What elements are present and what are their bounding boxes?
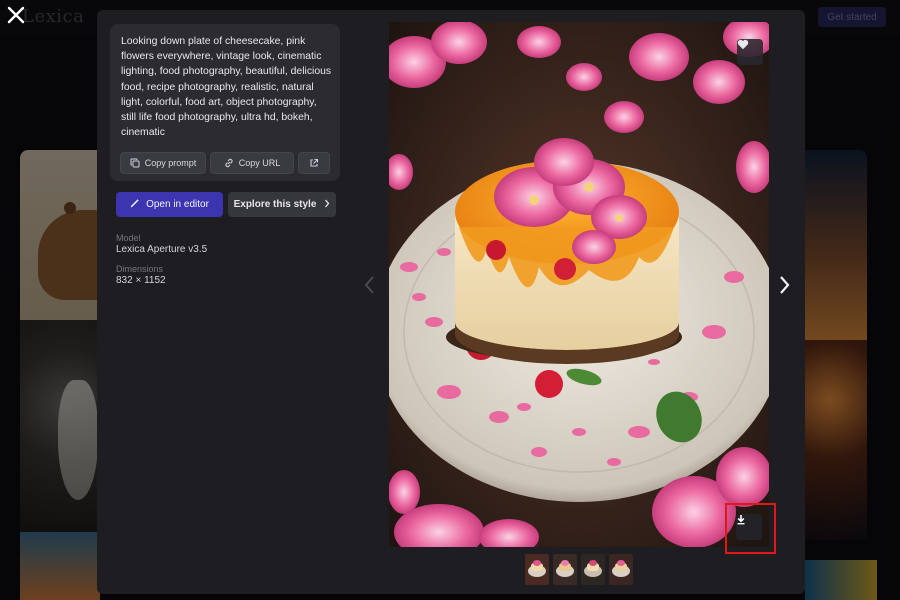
open-in-editor-label: Open in editor — [146, 199, 209, 210]
dimensions-value: 832 × 1152 — [116, 275, 166, 286]
dimensions-label: Dimensions — [116, 264, 164, 274]
thumbnail-variation-3[interactable] — [581, 554, 605, 585]
chevron-right-icon[interactable] — [776, 272, 792, 298]
link-icon — [224, 158, 234, 168]
prompt-card: Looking down plate of cheesecake, pink f… — [110, 24, 340, 181]
favorite-button[interactable] — [737, 39, 763, 65]
variation-thumbnails — [525, 554, 633, 585]
thumbnail-variation-1[interactable] — [525, 554, 549, 585]
open-in-editor-button[interactable]: Open in editor — [116, 192, 223, 217]
model-value: Lexica Aperture v3.5 — [116, 244, 208, 255]
copy-prompt-label: Copy prompt — [144, 158, 197, 168]
external-link-icon — [309, 158, 319, 168]
copy-url-button[interactable]: Copy URL — [210, 152, 294, 174]
explore-style-label: Explore this style — [233, 199, 317, 210]
image-detail-modal: Looking down plate of cheesecake, pink f… — [97, 10, 805, 594]
chevron-left-icon[interactable] — [362, 272, 378, 298]
copy-icon — [130, 158, 140, 168]
generated-image[interactable] — [389, 22, 769, 547]
download-highlight-box — [725, 503, 776, 554]
prompt-text: Looking down plate of cheesecake, pink f… — [121, 36, 332, 139]
model-label: Model — [116, 233, 141, 243]
chevron-right-icon — [324, 199, 330, 211]
copy-prompt-button[interactable]: Copy prompt — [120, 152, 206, 174]
thumbnail-variation-4[interactable] — [609, 554, 633, 585]
explore-style-button[interactable]: Explore this style — [228, 192, 336, 217]
copy-url-label: Copy URL — [238, 158, 281, 168]
close-icon[interactable] — [5, 4, 27, 26]
thumbnail-variation-2[interactable] — [553, 554, 577, 585]
open-external-button[interactable] — [298, 152, 330, 174]
magic-wand-icon — [130, 198, 140, 211]
